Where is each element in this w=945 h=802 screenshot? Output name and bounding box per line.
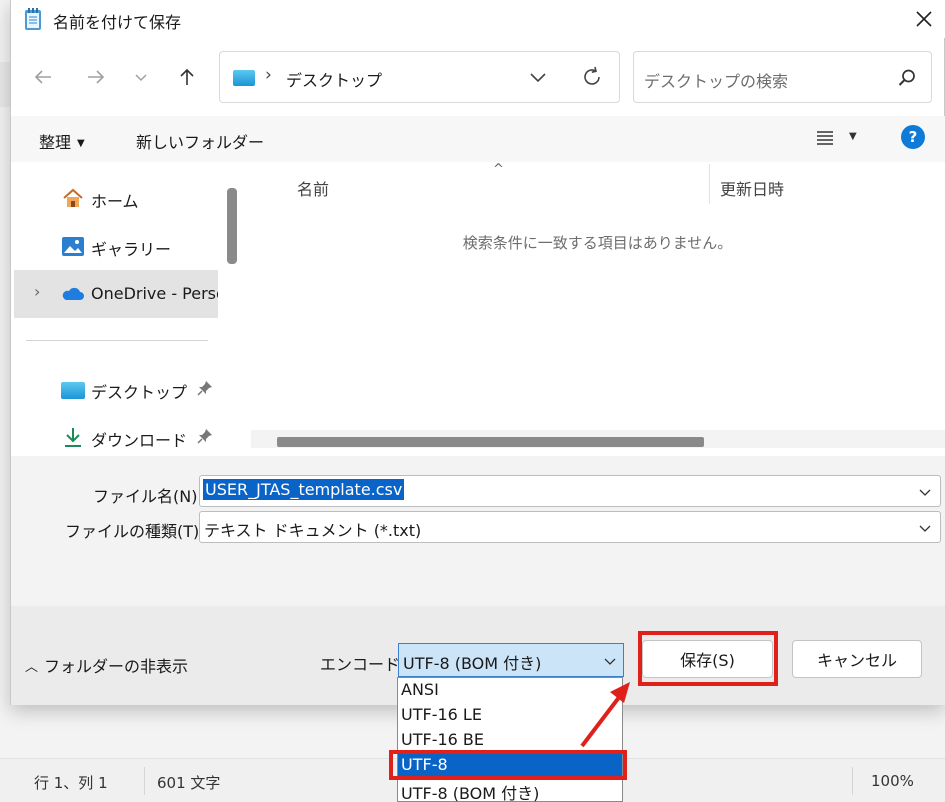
encoding-label: エンコード: xyxy=(320,655,406,674)
nav-item-label: ダウンロード xyxy=(91,431,188,450)
nav-item-downloads[interactable]: ダウンロード xyxy=(11,413,218,456)
navigation-pane: ホーム ギャラリー › OneDrive - Personal デスクトップ ダ… xyxy=(11,162,247,456)
gallery-icon xyxy=(62,237,84,256)
pin-icon xyxy=(197,429,212,444)
chevron-down-icon xyxy=(604,658,616,665)
encoding-option-utf8-bom[interactable]: UTF-8 (BOM 付き) xyxy=(398,778,622,802)
close-button[interactable] xyxy=(906,2,942,36)
save-button-highlight xyxy=(638,631,778,686)
organize-menu[interactable]: 整理 ▼ xyxy=(39,129,85,153)
cursor-position: 行 1、列 1 xyxy=(34,774,108,792)
nav-item-home[interactable]: ホーム xyxy=(11,174,218,222)
back-button[interactable] xyxy=(28,62,58,92)
nav-pane-scrollbar[interactable] xyxy=(227,188,237,264)
home-icon xyxy=(63,188,83,207)
dialog-title: 名前を付けて保存 xyxy=(53,13,182,32)
nav-item-label: OneDrive - Personal xyxy=(91,284,218,303)
arrow-right-icon xyxy=(88,70,105,84)
status-separator xyxy=(852,767,853,795)
nav-item-label: ギャラリー xyxy=(91,240,172,259)
navigation-pane-items: ホーム ギャラリー › OneDrive - Personal デスクトップ ダ… xyxy=(11,162,218,456)
address-history-chevron-icon[interactable] xyxy=(527,66,549,88)
view-caret-icon[interactable]: ▼ xyxy=(849,131,857,142)
file-type-value: テキスト ドキュメント (*.txt) xyxy=(204,521,422,540)
file-type-label: ファイルの種類(T): xyxy=(65,522,205,541)
help-icon[interactable]: ? xyxy=(901,125,925,149)
column-header-name[interactable]: 名前 xyxy=(297,176,329,200)
chevron-down-icon[interactable] xyxy=(918,521,932,535)
new-folder-button[interactable]: 新しいフォルダー xyxy=(136,129,264,153)
sort-caret-icon: ^ xyxy=(493,162,504,177)
hide-folders-toggle[interactable]: ︿ フォルダーの非表示 xyxy=(25,653,188,677)
caret-down-icon: ▼ xyxy=(77,138,85,149)
column-separator[interactable] xyxy=(709,164,710,204)
download-icon xyxy=(65,428,81,447)
onedrive-cloud-icon xyxy=(62,287,84,300)
nav-item-label: デスクトップ xyxy=(91,383,188,402)
arrow-up-icon xyxy=(180,68,194,85)
nav-item-gallery[interactable]: ギャラリー xyxy=(11,222,218,270)
nav-item-desktop[interactable]: デスクトップ xyxy=(11,365,218,413)
horizontal-scroll-thumb[interactable] xyxy=(277,437,704,447)
file-name-field[interactable]: USER_JTAS_template.csv xyxy=(199,475,941,507)
pin-icon xyxy=(197,381,212,396)
nav-divider xyxy=(26,340,208,341)
encoding-selected-value: UTF-8 (BOM 付き) xyxy=(403,654,542,673)
zoom-level[interactable]: 100% xyxy=(871,772,914,790)
view-options-icon[interactable] xyxy=(815,128,835,148)
status-separator xyxy=(144,767,145,795)
chevron-down-icon[interactable] xyxy=(918,485,932,499)
file-name-label: ファイル名(N): xyxy=(93,487,203,506)
address-bar[interactable]: › デスクトップ xyxy=(219,51,620,103)
notepad-icon xyxy=(25,8,41,30)
char-count: 601 文字 xyxy=(157,774,221,792)
dialog-titlebar[interactable]: 名前を付けて保存 xyxy=(11,0,945,38)
desktop-folder-icon xyxy=(61,382,85,399)
chevron-down-icon xyxy=(135,74,147,82)
forward-button[interactable] xyxy=(81,62,111,92)
file-type-select[interactable]: テキスト ドキュメント (*.txt) xyxy=(199,511,941,543)
nav-item-onedrive[interactable]: › OneDrive - Personal xyxy=(14,270,218,318)
cancel-button[interactable]: キャンセル xyxy=(792,640,922,678)
arrow-left-icon xyxy=(34,70,51,84)
refresh-icon[interactable] xyxy=(580,65,604,89)
nav-item-label: ホーム xyxy=(91,192,139,211)
organize-label: 整理 xyxy=(39,133,72,152)
annotation-arrow-icon xyxy=(580,682,630,748)
chevron-up-icon: ︿ xyxy=(25,660,39,675)
file-list: ^ 名前 更新日時 検索条件に一致する項目はありません。 xyxy=(249,162,945,456)
hide-folders-label: フォルダーの非表示 xyxy=(44,657,189,676)
expand-chevron-icon[interactable]: › xyxy=(34,282,40,301)
up-button[interactable] xyxy=(172,62,202,92)
desktop-folder-icon xyxy=(233,70,255,86)
column-header-date[interactable]: 更新日時 xyxy=(720,176,784,200)
file-name-value: USER_JTAS_template.csv xyxy=(203,479,405,500)
command-bar: 整理 ▼ 新しいフォルダー ▼ ? xyxy=(11,116,945,162)
close-icon xyxy=(916,11,932,27)
search-input[interactable]: デスクトップの検索 xyxy=(633,51,932,103)
recent-locations-button[interactable] xyxy=(126,62,156,92)
empty-message: 検索条件に一致する項目はありません。 xyxy=(462,234,733,252)
dialog-bottom-panel: ファイル名(N): USER_JTAS_template.csv ファイルの種類… xyxy=(11,456,945,705)
search-placeholder: デスクトップの検索 xyxy=(644,72,789,91)
save-as-dialog: 名前を付けて保存 › デスクトップ デスクトップの検索 整理 ▼ 新しいフォルダー… xyxy=(10,0,945,705)
breadcrumb-chevron-icon[interactable]: › xyxy=(265,65,272,85)
breadcrumb-desktop[interactable]: デスクトップ xyxy=(286,67,382,91)
search-icon xyxy=(898,69,915,86)
